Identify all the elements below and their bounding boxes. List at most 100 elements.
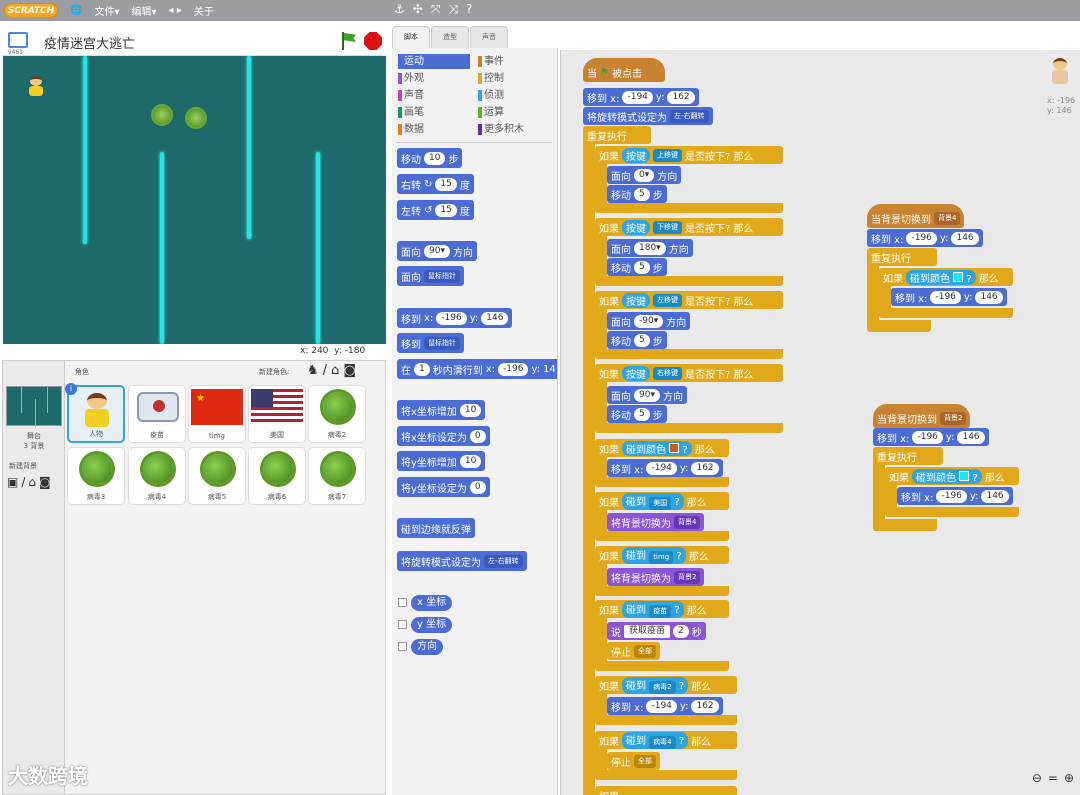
category-control[interactable]: 控制 bbox=[478, 71, 550, 86]
project-title[interactable]: 疫情迷宫大逃亡 bbox=[44, 33, 135, 52]
script-area[interactable]: x: -196 y: 146 当 ⚑ 被点击 移到 x: -194 y: 162 将旋转模… bbox=[560, 50, 1080, 795]
zoom-reset-icon[interactable]: = bbox=[1048, 771, 1058, 785]
tab-costumes[interactable]: 造型 bbox=[431, 26, 469, 48]
if-key-up[interactable]: 如果 按键 上移键 是否按下? 那么 bbox=[595, 146, 783, 164]
person-sprite[interactable] bbox=[25, 76, 47, 98]
sprite-tile-virus7[interactable]: 病毒7 bbox=[308, 447, 366, 505]
tab-scripts[interactable]: 脚本 bbox=[392, 26, 430, 48]
if-touching-virus2[interactable]: 如果 碰到 病毒2 ? 那么 bbox=[595, 676, 737, 694]
block-say[interactable]: 说获取疫苗 2 秒 bbox=[607, 622, 706, 640]
when-backdrop-switches[interactable]: 当背景切换到 背景2 bbox=[873, 404, 971, 428]
sprite-tile-virus2[interactable]: 病毒2 bbox=[308, 385, 366, 443]
block-rotation-style[interactable]: 将旋转模式设定为 左-右翻转 bbox=[583, 107, 713, 125]
block-change-x[interactable]: 将x坐标增加 10 bbox=[397, 400, 486, 420]
block-goto-xy[interactable]: 移到 x: -196 y: 146 bbox=[867, 229, 983, 247]
checkbox-direction[interactable] bbox=[398, 642, 407, 651]
block-face[interactable]: 面向 90▾ 方向 bbox=[607, 386, 687, 404]
sprite-tile-vaccine[interactable]: 疫苗 bbox=[128, 385, 186, 443]
green-flag-icon[interactable] bbox=[340, 32, 356, 50]
block-goto-xy[interactable]: 移到 x: -194 y: 162 bbox=[607, 697, 723, 715]
block-goto-xy[interactable]: 移到 x: -194 y: 162 bbox=[583, 88, 699, 106]
block-point-towards[interactable]: 面向 鼠标指针 bbox=[397, 266, 464, 286]
category-operators[interactable]: 运算 bbox=[478, 105, 550, 120]
block-rotation-style[interactable]: 将旋转模式设定为 左-右翻转 bbox=[397, 551, 527, 571]
block-turn-right[interactable]: 右转 ↻ 15 度 bbox=[397, 174, 474, 194]
block-face[interactable]: 面向 -90▾ 方向 bbox=[607, 312, 691, 330]
virus-sprite[interactable] bbox=[187, 109, 205, 127]
grow-icon[interactable]: ⤧ bbox=[431, 2, 441, 17]
if-partial[interactable]: 如果 bbox=[595, 786, 737, 795]
if-touching-timg[interactable]: 如果 碰到 timg ? 那么 bbox=[595, 546, 729, 564]
stop-icon[interactable] bbox=[364, 32, 382, 50]
camera-icon[interactable]: ◙ bbox=[343, 363, 356, 378]
block-set-x[interactable]: 将x坐标设定为 0 bbox=[397, 426, 490, 446]
scratch-logo[interactable]: SCRATCH bbox=[4, 3, 58, 18]
block-point-direction[interactable]: 面向 90▾ 方向 bbox=[397, 241, 477, 261]
if-touching-usa[interactable]: 如果 碰到 美国 ? 那么 bbox=[595, 492, 729, 510]
block-switch-backdrop[interactable]: 将背景切换为 背景4 bbox=[607, 513, 705, 531]
category-sensing[interactable]: 侦测 bbox=[478, 88, 550, 103]
checkbox-x[interactable] bbox=[398, 598, 407, 607]
block-move[interactable]: 移动 5 步 bbox=[607, 331, 667, 349]
block-set-y[interactable]: 将y坐标设定为 0 bbox=[397, 477, 490, 497]
block-move[interactable]: 移动 5 步 bbox=[607, 185, 667, 203]
block-face[interactable]: 面向 180▾ 方向 bbox=[607, 239, 693, 257]
if-touching-vaccine[interactable]: 如果 碰到 疫苗 ? 那么 bbox=[595, 600, 729, 618]
stage-canvas[interactable] bbox=[3, 56, 386, 344]
block-move[interactable]: 移动 10 步 bbox=[397, 148, 463, 168]
category-data[interactable]: 数据 bbox=[398, 122, 470, 137]
sprite-tile-virus3[interactable]: 病毒3 bbox=[67, 447, 125, 505]
camera-icon[interactable]: ◙ bbox=[39, 475, 51, 489]
upload-icon[interactable]: ⌂ bbox=[28, 475, 36, 489]
block-stop[interactable]: 停止 全部 bbox=[607, 642, 660, 660]
block-goto-xy[interactable]: 移到 x: -196 y: 146 bbox=[897, 487, 1013, 505]
edit-menu[interactable]: 编辑▾ bbox=[131, 3, 156, 18]
checkbox-y[interactable] bbox=[398, 620, 407, 629]
cut-icon[interactable]: ✣ bbox=[413, 2, 423, 17]
category-sound[interactable]: 声音 bbox=[398, 88, 470, 103]
block-goto-xy[interactable]: 移到 x: -196 y: 146 bbox=[873, 428, 989, 446]
block-move[interactable]: 移动 5 步 bbox=[607, 258, 667, 276]
if-key-down[interactable]: 如果 按键 下移键 是否按下? 那么 bbox=[595, 218, 783, 236]
brush-icon[interactable]: / bbox=[21, 475, 25, 489]
info-icon[interactable]: i bbox=[65, 383, 77, 395]
when-flag-clicked[interactable]: 当 ⚑ 被点击 bbox=[583, 58, 665, 82]
zoom-out-icon[interactable]: ⊖ bbox=[1032, 771, 1042, 785]
sprite-tile-virus5[interactable]: 病毒5 bbox=[188, 447, 246, 505]
block-goto-target[interactable]: 移到 鼠标指针 bbox=[397, 333, 464, 353]
fullscreen-icon[interactable] bbox=[8, 32, 28, 48]
tips-menu[interactable]: ◂ ▸ bbox=[169, 5, 182, 16]
block-change-y[interactable]: 将y坐标增加 10 bbox=[397, 451, 486, 471]
block-bounce[interactable]: 碰到边缘就反弹 bbox=[397, 518, 475, 538]
category-events[interactable]: 事件 bbox=[478, 54, 550, 69]
file-menu[interactable]: 文件▾ bbox=[94, 3, 119, 18]
sprite-tile-virus4[interactable]: 病毒4 bbox=[128, 447, 186, 505]
block-glide[interactable]: 在 1 秒内滑行到 x: -196 y: 14 bbox=[397, 359, 557, 379]
globe-icon[interactable]: 🌐 bbox=[70, 5, 82, 16]
if-key-right[interactable]: 如果 按键 右移键 是否按下? 那么 bbox=[595, 364, 783, 382]
shrink-icon[interactable]: ⤨ bbox=[448, 2, 458, 17]
block-turn-left[interactable]: 左转 ↺ 15 度 bbox=[397, 200, 474, 220]
reporter-x[interactable]: x 坐标 bbox=[411, 595, 453, 611]
if-touching-color[interactable]: 如果 碰到颜色 ? 那么 bbox=[879, 268, 1013, 286]
sprite-library-icon[interactable]: ♞ bbox=[307, 363, 319, 378]
category-looks[interactable]: 外观 bbox=[398, 71, 470, 86]
if-touching-virus4[interactable]: 如果 碰到 病毒4 ? 那么 bbox=[595, 731, 737, 749]
if-touching-color[interactable]: 如果 碰到颜色 ? 那么 bbox=[595, 439, 729, 457]
block-goto-xy[interactable]: 移到 x: -196 y: 146 bbox=[397, 308, 513, 328]
block-face[interactable]: 面向 0▾ 方向 bbox=[607, 166, 682, 184]
help-icon[interactable]: ? bbox=[466, 2, 472, 17]
category-motion[interactable]: 运动 bbox=[398, 54, 470, 69]
virus-sprite[interactable] bbox=[153, 106, 171, 124]
reporter-y[interactable]: y 坐标 bbox=[411, 617, 453, 633]
block-goto-xy[interactable]: 移到 x: -194 y: 162 bbox=[607, 459, 723, 477]
image-icon[interactable]: ▣ bbox=[7, 475, 18, 489]
when-backdrop-switches[interactable]: 当背景切换到 背景4 bbox=[867, 204, 965, 228]
upload-icon[interactable]: ⌂ bbox=[331, 363, 339, 378]
block-goto-xy[interactable]: 移到 x: -196 y: 146 bbox=[891, 288, 1007, 306]
tab-sounds[interactable]: 声音 bbox=[470, 26, 508, 48]
reporter-direction[interactable]: 方向 bbox=[411, 639, 443, 655]
if-key-left[interactable]: 如果 按键 左移键 是否按下? 那么 bbox=[595, 291, 783, 309]
if-touching-color[interactable]: 如果 碰到颜色 ? 那么 bbox=[885, 467, 1019, 485]
block-move[interactable]: 移动 5 步 bbox=[607, 405, 667, 423]
